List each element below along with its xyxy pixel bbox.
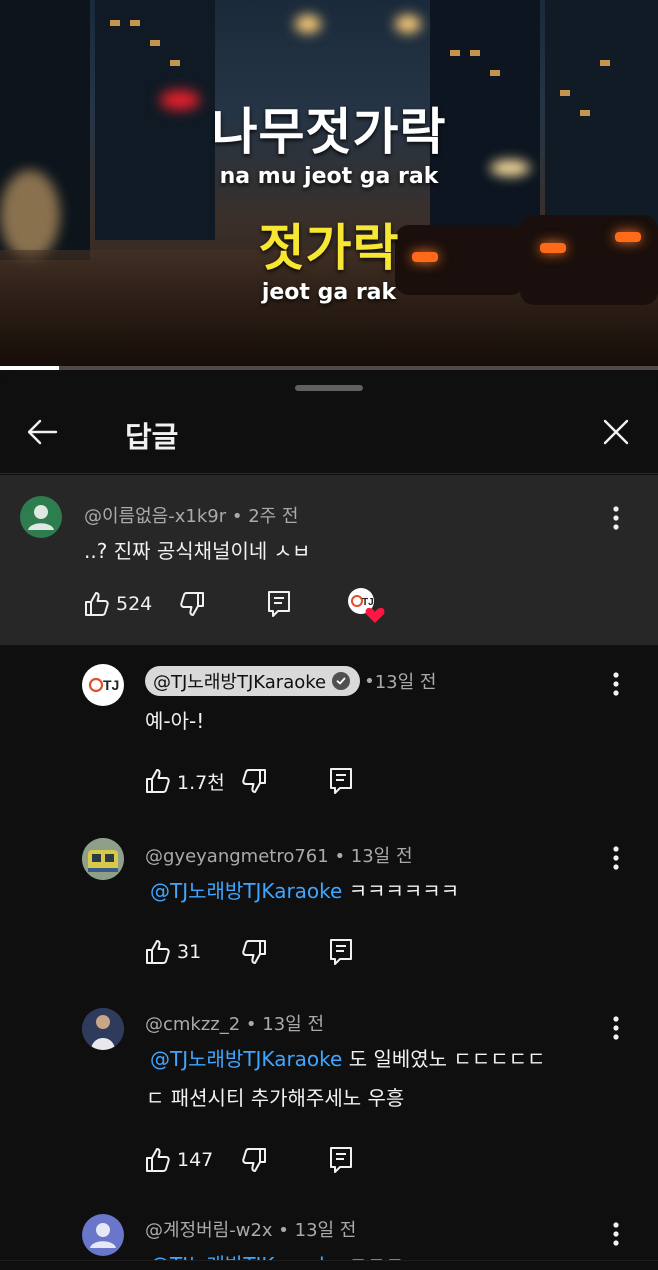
- avatar[interactable]: [82, 838, 124, 880]
- comment-author[interactable]: @계정버림-w2x: [145, 1220, 273, 1241]
- like-count: 31: [177, 941, 202, 963]
- close-button[interactable]: [596, 412, 636, 452]
- lyric-next-romanized: jeot ga rak: [261, 280, 397, 305]
- dislike-button[interactable]: [241, 1142, 267, 1178]
- reply-icon: [330, 1147, 352, 1173]
- avatar[interactable]: TJ: [82, 664, 124, 706]
- like-button[interactable]: 1.7천: [145, 763, 225, 799]
- progress-bar[interactable]: [0, 366, 658, 370]
- comment-meta: @계정버림-w2x • 13일 전: [145, 1220, 357, 1241]
- replies-sheet: 답글 @이름없음-x1k9r • 2주 전 ..? 진짜 공식채널이네 ㅅㅂ 5…: [0, 372, 658, 1270]
- back-button[interactable]: [22, 412, 62, 452]
- comment-meta: @이름없음-x1k9r • 2주 전: [84, 506, 299, 527]
- reply-icon: [268, 591, 290, 617]
- comment-text: @TJ노래방TJKaraoke 도 일베였노 ㄷㄷㄷㄷㄷ: [150, 1047, 546, 1071]
- more-vert-icon: [613, 1016, 619, 1040]
- more-vert-icon: [613, 506, 619, 530]
- like-icon: [146, 940, 170, 964]
- comment-meta: @cmkzz_2 • 13일 전: [145, 1014, 325, 1035]
- comment-text: @TJ노래방TJKaraoke ㅋㅋㅋㅋㅋㅋ: [150, 879, 460, 903]
- comment-author[interactable]: @이름없음-x1k9r: [84, 506, 226, 527]
- comment-text-line2: ㄷ 패션시티 추가해주세노 우흥: [146, 1086, 405, 1110]
- reply-button[interactable]: [328, 934, 354, 970]
- creator-heart-icon: TJ: [348, 588, 385, 623]
- dislike-icon: [242, 769, 266, 793]
- more-options-button[interactable]: [606, 500, 626, 536]
- reply-comment: @cmkzz_2 • 13일 전 @TJ노래방TJKaraoke 도 일베였노 …: [0, 1004, 658, 1194]
- dislike-button[interactable]: [241, 934, 267, 970]
- sheet-title: 답글: [125, 420, 179, 454]
- like-button[interactable]: 147: [145, 1142, 213, 1178]
- more-vert-icon: [613, 846, 619, 870]
- reply-icon: [330, 768, 352, 794]
- owner-author-badge[interactable]: @TJ노래방TJKaraoke: [145, 666, 361, 696]
- default-user-icon: [28, 505, 54, 530]
- back-arrow-icon: [27, 419, 58, 445]
- reply-button[interactable]: [328, 763, 354, 799]
- comment-time: 2주 전: [248, 506, 299, 527]
- default-user-icon: [90, 1223, 116, 1248]
- like-count: 1.7천: [177, 771, 225, 794]
- more-vert-icon: [613, 1222, 619, 1246]
- dislike-icon: [180, 592, 204, 616]
- comment-time: 13일 전: [374, 672, 437, 693]
- more-options-button[interactable]: [606, 1216, 626, 1252]
- lyric-line-romanized: na mu jeot ga rak: [219, 164, 439, 189]
- train-avatar-icon: [82, 838, 124, 880]
- reply-button[interactable]: [328, 1142, 354, 1178]
- reply-icon: [330, 939, 352, 965]
- drag-handle[interactable]: [295, 385, 363, 391]
- comment-time: 13일 전: [294, 1220, 357, 1241]
- more-options-button[interactable]: [606, 1010, 626, 1046]
- like-icon: [85, 592, 109, 616]
- reply-comment: @gyeyangmetro761 • 13일 전 @TJ노래방TJKaraoke…: [0, 834, 658, 984]
- video-player[interactable]: 나무젓가락 na mu jeot ga rak 젓가락 jeot ga rak: [0, 0, 658, 370]
- avatar[interactable]: [82, 1008, 124, 1050]
- person-avatar-icon: [82, 1008, 124, 1050]
- more-options-button[interactable]: [606, 840, 626, 876]
- dislike-button[interactable]: [179, 586, 205, 622]
- reply-button[interactable]: [266, 586, 292, 622]
- avatar[interactable]: [82, 1214, 124, 1256]
- more-options-button[interactable]: [606, 666, 626, 702]
- channel-logo-icon: TJ: [88, 677, 119, 693]
- sheet-header: 답글: [0, 396, 658, 474]
- creator-heart-badge: TJ: [347, 587, 385, 623]
- lyric-line-korean: 나무젓가락: [211, 103, 447, 161]
- like-icon: [146, 1148, 170, 1172]
- verified-check-icon: [332, 672, 351, 690]
- comment-text: 예-아-!: [145, 709, 205, 733]
- comment-author[interactable]: @cmkzz_2: [145, 1014, 240, 1035]
- like-button[interactable]: 524: [84, 586, 152, 622]
- dislike-icon: [242, 1148, 266, 1172]
- avatar[interactable]: [20, 496, 62, 538]
- like-icon: [146, 769, 170, 793]
- progress-bar-fill: [0, 366, 60, 370]
- comment-time: 13일 전: [350, 846, 413, 867]
- channel-logo-text: TJ: [103, 677, 119, 693]
- comment-author: @TJ노래방TJKaraoke: [153, 672, 327, 693]
- like-count: 524: [116, 593, 153, 615]
- close-icon: [603, 419, 629, 445]
- comment-meta: @gyeyangmetro761 • 13일 전: [145, 846, 413, 867]
- comment-meta: @TJ노래방TJKaraoke • 13일 전: [145, 666, 436, 696]
- parent-comment: @이름없음-x1k9r • 2주 전 ..? 진짜 공식채널이네 ㅅㅂ 524 …: [0, 475, 658, 645]
- mention-link[interactable]: @TJ노래방TJKaraoke: [150, 879, 342, 903]
- reply-comment: TJ @TJ노래방TJKaraoke • 13일 전 예-아-! 1.7천: [0, 660, 658, 820]
- svg-text:TJ: TJ: [362, 597, 374, 608]
- mention-link[interactable]: @TJ노래방TJKaraoke: [150, 1047, 342, 1071]
- like-button[interactable]: 31: [145, 934, 201, 970]
- dislike-button[interactable]: [241, 763, 267, 799]
- bottom-edge: [0, 1260, 658, 1270]
- comment-author[interactable]: @gyeyangmetro761: [145, 846, 329, 867]
- like-count: 147: [177, 1149, 214, 1171]
- comment-text: ..? 진짜 공식채널이네 ㅅㅂ: [84, 539, 311, 563]
- more-vert-icon: [613, 672, 619, 696]
- dislike-icon: [242, 940, 266, 964]
- comment-time: 13일 전: [262, 1014, 325, 1035]
- lyric-next-korean: 젓가락: [258, 219, 400, 277]
